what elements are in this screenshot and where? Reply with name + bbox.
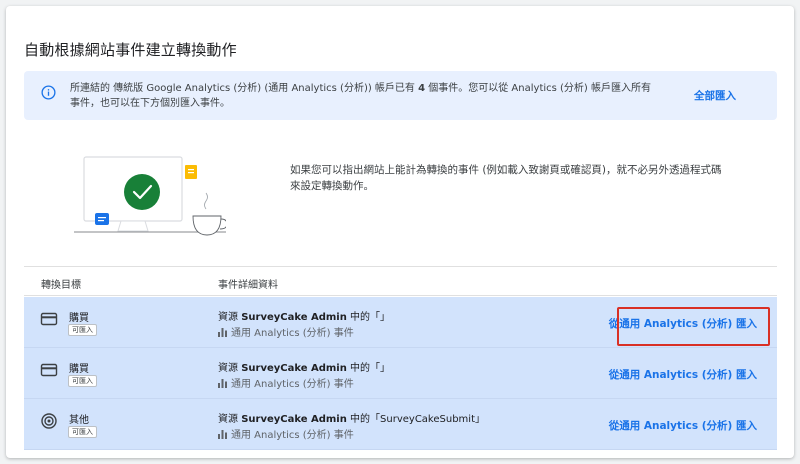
event-source: 資源 SurveyCake Admin 中的「SurveyCakeSubmit」 xyxy=(218,410,485,425)
credit-card-icon xyxy=(40,363,58,377)
goal-name: 其他 xyxy=(69,415,89,426)
event-source-suffix: 中的「」 xyxy=(346,312,391,323)
importable-badge: 可匯入 xyxy=(68,375,97,387)
import-from-analytics-button[interactable]: 從通用 Analytics (分析) 匯入 xyxy=(609,418,757,433)
check-circle-icon xyxy=(124,174,160,210)
event-source-prefix: 資源 xyxy=(218,363,242,374)
event-source-name: SurveyCake Admin xyxy=(241,312,347,323)
event-source-prefix: 資源 xyxy=(218,312,242,323)
goal-name: 購買 xyxy=(69,364,89,375)
conversion-illustration xyxy=(74,156,226,236)
event-type: 通用 Analytics (分析) 事件 xyxy=(218,426,354,441)
banner-text: 所連結的 傳統版 Google Analytics (分析) (通用 Analy… xyxy=(70,81,660,111)
event-type-label: 通用 Analytics (分析) 事件 xyxy=(231,430,354,441)
highlight-annotation xyxy=(617,307,770,346)
page-title: 自動根據網站事件建立轉換動作 xyxy=(24,41,237,59)
intro-description: 如果您可以指出網站上能計為轉換的事件 (例如載入致謝頁或確認頁)，就不必另外透過… xyxy=(290,164,722,192)
info-banner: 所連結的 傳統版 Google Analytics (分析) (通用 Analy… xyxy=(24,71,777,120)
event-type: 通用 Analytics (分析) 事件 xyxy=(218,375,354,390)
table-header: 轉換目標 事件詳細資料 xyxy=(24,266,777,296)
banner-text-before: 所連結的 傳統版 Google Analytics (分析) (通用 Analy… xyxy=(70,83,419,94)
import-all-button[interactable]: 全部匯入 xyxy=(694,88,736,103)
event-type-label: 通用 Analytics (分析) 事件 xyxy=(231,379,354,390)
event-source-name: SurveyCake Admin xyxy=(241,363,347,374)
note-icon xyxy=(185,165,197,179)
conversion-import-card: 自動根據網站事件建立轉換動作 所連結的 傳統版 Google Analytics… xyxy=(6,6,794,458)
column-header-detail: 事件詳細資料 xyxy=(218,280,278,291)
table-row: 購買 可匯入 資源 SurveyCake Admin 中的「」 通用 Analy… xyxy=(24,348,777,399)
event-type: 通用 Analytics (分析) 事件 xyxy=(218,324,354,339)
credit-card-icon xyxy=(40,312,58,326)
target-icon xyxy=(41,413,57,429)
event-source-suffix: 中的「SurveyCakeSubmit」 xyxy=(346,414,485,425)
column-header-goal: 轉換目標 xyxy=(41,280,81,291)
event-source: 資源 SurveyCake Admin 中的「」 xyxy=(218,308,390,323)
event-table: 轉換目標 事件詳細資料 購買 可匯入 資源 SurveyCake Admin 中… xyxy=(24,266,777,458)
event-type-label: 通用 Analytics (分析) 事件 xyxy=(231,328,354,339)
event-source-suffix: 中的「」 xyxy=(346,363,391,374)
chat-bubble-icon xyxy=(95,213,109,225)
event-source: 資源 SurveyCake Admin 中的「」 xyxy=(218,359,390,374)
analytics-bars-icon xyxy=(218,379,227,388)
table-row: 其他 可匯入 資源 SurveyCake Admin 中的「SurveyCake… xyxy=(24,399,777,450)
coffee-cup-icon xyxy=(192,192,226,236)
analytics-bars-icon xyxy=(218,328,227,337)
import-from-analytics-button[interactable]: 從通用 Analytics (分析) 匯入 xyxy=(609,367,757,382)
analytics-bars-icon xyxy=(218,430,227,439)
importable-badge: 可匯入 xyxy=(68,426,97,438)
event-source-name: SurveyCake Admin xyxy=(241,414,347,425)
importable-badge: 可匯入 xyxy=(68,324,97,336)
goal-name: 購買 xyxy=(69,313,89,324)
info-icon xyxy=(41,85,56,100)
event-source-prefix: 資源 xyxy=(218,414,242,425)
